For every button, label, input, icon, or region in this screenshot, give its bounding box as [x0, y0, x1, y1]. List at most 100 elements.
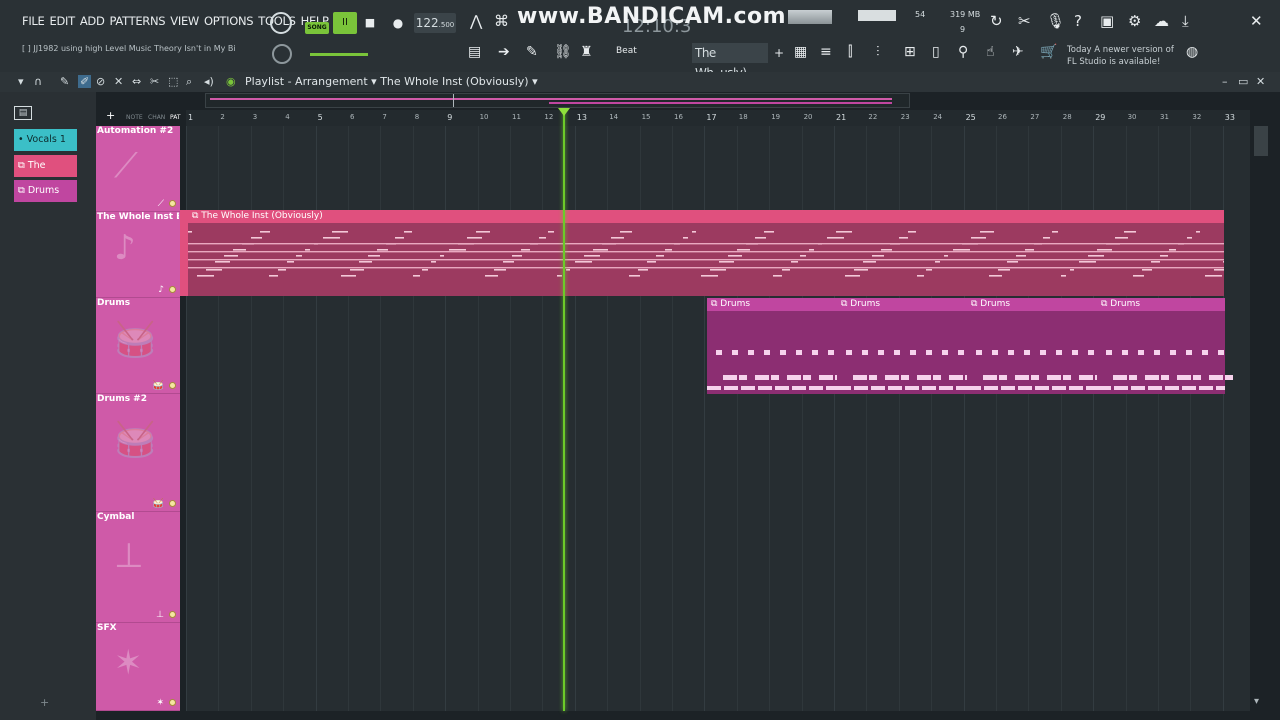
cart-icon[interactable]: 🛒	[1040, 44, 1057, 60]
arrow-icon[interactable]: ➔	[498, 44, 510, 60]
tag-icon[interactable]: ✈	[1012, 44, 1024, 60]
track-header[interactable]: Drums 🥁 🥁	[96, 298, 180, 394]
track-header[interactable]: Automation #2 ⟋ ⟋	[96, 126, 180, 212]
delete-icon[interactable]: ⊘	[96, 75, 105, 88]
menu-edit[interactable]: EDIT	[49, 14, 75, 28]
master-pitch-knob[interactable]	[272, 44, 292, 64]
brush-icon[interactable]: ✐	[78, 75, 92, 88]
slip-icon[interactable]: ⇔	[132, 75, 141, 88]
cut-icon[interactable]: ✂	[1018, 12, 1031, 30]
download-icon[interactable]: ⤓	[1182, 12, 1189, 30]
maximize-icon[interactable]: ▭	[1238, 75, 1248, 88]
pause-button[interactable]: II	[333, 12, 357, 34]
track-enable-led[interactable]	[169, 200, 176, 207]
close-window-icon[interactable]: ✕	[1256, 75, 1265, 88]
timeline-ruler[interactable]: 1 2 3 4 5 6 7 8 9 10 11 12 13 14 15 16 17 18 19 20 21 22 23 24 2…	[186, 110, 1250, 126]
track-header[interactable]: The Whole Inst Bru ♪ ♪	[96, 212, 180, 298]
note-block	[368, 255, 380, 257]
playback-icon[interactable]: ◉	[226, 75, 236, 88]
track-enable-led[interactable]	[169, 286, 176, 293]
piano-icon[interactable]: ▤	[468, 44, 481, 60]
playhead[interactable]	[563, 110, 565, 711]
scroll-down-icon[interactable]: ▾	[1254, 696, 1259, 707]
pattern-selector[interactable]: The Wh..usly)	[692, 43, 768, 80]
menu-add[interactable]: ADD	[80, 14, 105, 28]
drum-hit	[1072, 350, 1078, 355]
speaker-icon[interactable]: ◂)	[204, 75, 214, 88]
pattern-item[interactable]: ⧉ Drums	[14, 180, 77, 202]
track-mode-chan[interactable]: CHAN	[148, 114, 165, 121]
microphone-icon[interactable]: 🎙	[1046, 12, 1065, 30]
drum-hit	[878, 350, 884, 355]
inst-clip[interactable]: ⧉ The Whole Inst (Obviously)	[188, 210, 1224, 296]
ruler-tick: 7	[382, 113, 387, 121]
news-panel[interactable]: Today A newer version of FL Studio is av…	[1067, 44, 1174, 68]
track-mode-pat[interactable]: PAT	[170, 114, 181, 121]
menu-file[interactable]: FILE	[22, 14, 45, 28]
track-header[interactable]: Cymbal ⊥ ⊥	[96, 512, 180, 623]
scroll-thumb[interactable]	[453, 94, 454, 107]
touch-icon[interactable]: ☝	[986, 44, 995, 60]
minimize-icon[interactable]: –	[1222, 75, 1228, 88]
file-icon[interactable]: ▯	[932, 44, 940, 60]
drum-hit	[796, 350, 802, 355]
pencil-icon[interactable]: ✎	[60, 75, 69, 88]
metronome-icon[interactable]: ⋀	[470, 12, 482, 30]
track-header[interactable]: SFX ✶ ✶	[96, 623, 180, 711]
stamp-icon[interactable]: ♜	[580, 44, 593, 60]
zoom-icon[interactable]: ⌕	[186, 75, 192, 89]
horizontal-scrollbar[interactable]	[205, 93, 910, 108]
browser-icon[interactable]: ⊞	[904, 44, 916, 60]
add-pattern-button[interactable]: +	[774, 46, 784, 60]
track-enable-led[interactable]	[169, 699, 176, 706]
menu-patterns[interactable]: PATTERNS	[110, 14, 166, 28]
playlist-icon[interactable]: ▦	[794, 44, 807, 60]
vertical-scrollbar[interactable]	[1254, 126, 1268, 156]
track-enable-led[interactable]	[169, 500, 176, 507]
select-icon[interactable]: ⬚	[168, 75, 178, 88]
song-mode-button[interactable]: SONG	[305, 22, 329, 34]
menu-view[interactable]: VIEW	[170, 14, 199, 28]
drum-clip[interactable]: ⧉ Drums	[837, 298, 973, 394]
globe-icon[interactable]: ◍	[1186, 44, 1198, 60]
pattern-item[interactable]: • Vocals 1	[14, 129, 77, 151]
menu-options[interactable]: OPTIONS	[204, 14, 254, 28]
wait-icon[interactable]: ⌘	[494, 12, 509, 30]
link-icon[interactable]: ⛓	[554, 44, 572, 60]
draw-icon[interactable]: ✎	[526, 44, 538, 60]
menu-arrow-icon[interactable]: ▾	[18, 75, 24, 88]
playhead-marker[interactable]	[558, 108, 570, 116]
render-icon[interactable]: ⚙	[1128, 12, 1141, 30]
tempo-display[interactable]: 122.500	[414, 13, 456, 33]
close-icon[interactable]: ✕	[1250, 12, 1263, 30]
drum-clip[interactable]: ⧉ Drums	[967, 298, 1103, 394]
master-volume-slider[interactable]	[310, 53, 368, 56]
add-track-icon[interactable]: +	[106, 109, 115, 122]
slice-icon[interactable]: ✂	[150, 75, 159, 88]
plug-icon[interactable]: ⚲	[958, 44, 968, 60]
undo-icon[interactable]: ↻	[990, 12, 1003, 30]
piano-toggle-icon[interactable]: ▤	[14, 106, 32, 120]
playlist-title[interactable]: Playlist - Arrangement ▾ The Whole Inst …	[245, 75, 538, 88]
mixer-icon[interactable]: ⫿	[848, 44, 852, 60]
track-header[interactable]: Drums #2 🥁 🥁	[96, 394, 180, 512]
track-enable-led[interactable]	[169, 611, 176, 618]
track-mode-note[interactable]: NOTE	[126, 114, 143, 121]
help-icon[interactable]: ?	[1074, 12, 1082, 30]
plugin-icon[interactable]: ⫶	[876, 44, 880, 60]
channel-rack-icon[interactable]: ≡	[820, 44, 832, 60]
mute-icon[interactable]: ✕	[114, 75, 123, 88]
pattern-item[interactable]: ⧉ The W..usly	[14, 155, 77, 193]
add-track-bottom-icon[interactable]: +	[40, 696, 49, 709]
track-enable-led[interactable]	[169, 382, 176, 389]
magnet-icon[interactable]: ∩	[34, 75, 42, 88]
save-icon[interactable]: ▣	[1100, 12, 1114, 30]
drum-clip[interactable]: ⧉ Drums	[1097, 298, 1233, 394]
snap-select[interactable]: Beat	[616, 46, 670, 62]
master-volume-knob[interactable]	[270, 12, 292, 34]
chat-icon[interactable]: ☁	[1154, 12, 1169, 30]
drum-clip[interactable]: ⧉ Drums	[707, 298, 843, 394]
stop-button[interactable]: ■	[362, 13, 378, 33]
note-block	[1205, 275, 1222, 277]
record-button[interactable]: ●	[390, 13, 406, 33]
